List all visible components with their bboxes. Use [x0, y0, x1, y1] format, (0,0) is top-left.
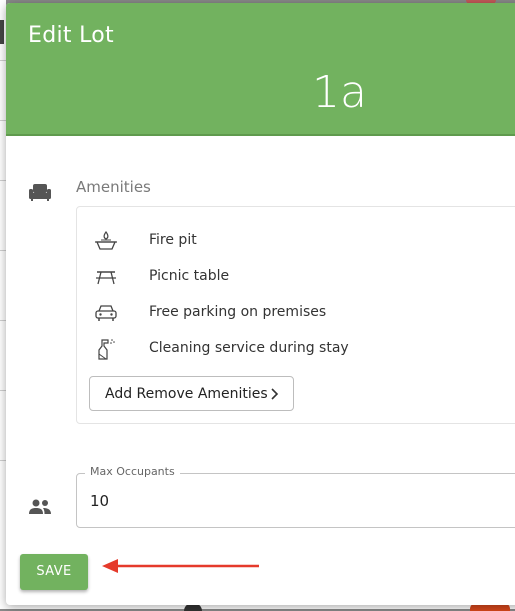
amenity-label: Fire pit: [149, 232, 197, 248]
amenities-heading: Amenities: [76, 178, 151, 196]
amenity-label: Picnic table: [149, 268, 230, 284]
spray-bottle-icon: [98, 339, 115, 360]
annotation-arrow-icon: [102, 559, 259, 573]
couch-icon: [29, 184, 51, 201]
save-button-label: SAVE: [36, 564, 72, 579]
lot-name: 1a: [312, 67, 367, 118]
people-icon: [29, 499, 51, 514]
edit-lot-dialog: Edit Lot 1a Amenities Fire pit Picnic ta…: [6, 3, 515, 605]
amenities-list: Fire pit Picnic table Free parking on pr…: [76, 206, 515, 424]
chevron-right-icon: [271, 388, 279, 400]
car-icon: [95, 305, 117, 321]
amenity-label: Free parking on premises: [149, 304, 327, 320]
dialog-header: Edit Lot 1a: [6, 3, 515, 136]
max-occupants-field[interactable]: Max Occupants: [76, 465, 515, 528]
amenity-label: Cleaning service during stay: [149, 340, 349, 356]
amenity-item: Free parking on premises: [77, 299, 515, 327]
amenity-item: Picnic table: [77, 263, 515, 291]
fire-pit-icon: [95, 230, 117, 250]
amenity-item: Fire pit: [77, 227, 515, 255]
save-button[interactable]: SAVE: [20, 554, 88, 590]
max-occupants-label: Max Occupants: [85, 465, 180, 478]
add-remove-amenities-button[interactable]: Add Remove Amenities: [89, 376, 294, 411]
add-remove-amenities-label: Add Remove Amenities: [105, 386, 268, 402]
amenity-item: Cleaning service during stay: [77, 335, 515, 363]
picnic-table-icon: [96, 271, 116, 285]
max-occupants-input[interactable]: [90, 492, 490, 510]
dialog-title: Edit Lot: [28, 23, 114, 48]
